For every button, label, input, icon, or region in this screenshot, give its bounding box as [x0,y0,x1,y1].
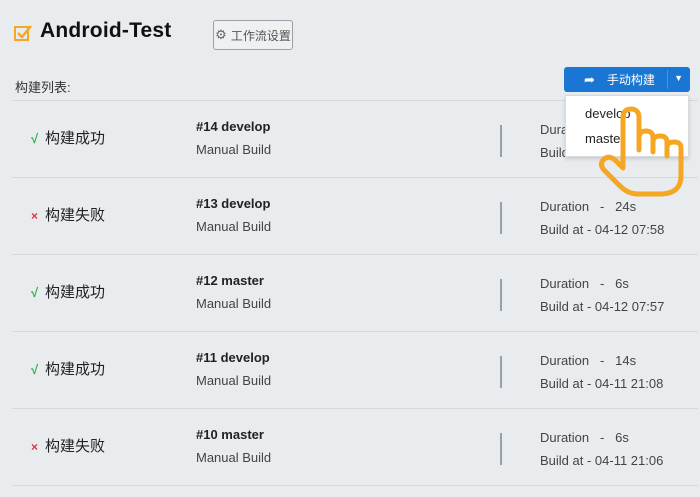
page-title: Android-Test [40,19,172,42]
divider [500,279,502,311]
status-text: 构建成功 [45,284,106,301]
build-status: √ 构建成功 [31,281,105,302]
build-type: Manual Build [196,296,272,311]
build-row[interactable]: √ 构建成功 #12 master Manual Build Duration -… [12,254,698,331]
build-time: Build at - 04-11 21:08 [540,376,664,391]
status-text: 构建成功 [45,361,106,378]
divider [500,125,502,157]
build-status: √ 构建成功 [31,358,105,379]
build-type: Manual Build [196,142,272,157]
build-number: #10 master [196,427,264,442]
build-type: Manual Build [196,450,272,465]
build-status: × 构建失败 [31,435,105,456]
check-icon: √ [31,131,39,146]
build-number: #12 master [196,273,264,288]
build-number: #14 develop [196,119,271,134]
build-duration: Duration - 6s [540,430,629,445]
build-row[interactable]: √ 构建成功 #11 develop Manual Build Duration … [12,331,698,408]
build-time: Build at - 04-12 07:58 [540,222,665,237]
hand-pointer-icon [599,106,684,197]
build-duration: Duration - 14s [540,353,637,368]
checkbox-icon [14,25,32,41]
cross-icon: × [31,209,39,223]
status-text: 构建失败 [45,207,106,224]
build-number: #11 develop [196,350,270,365]
divider [500,433,502,465]
build-time: Build at - 04-12 07:57 [540,299,665,314]
status-text: 构建失败 [45,438,106,455]
divider [500,356,502,388]
manual-build-label: 手动构建 [606,73,655,87]
workflow-settings-label: 工作流设置 [230,28,291,43]
caret-down-icon[interactable]: ▼ [674,73,683,83]
build-type: Manual Build [196,219,272,234]
gear-icon: ⚙ [215,27,227,42]
check-icon: √ [31,362,39,377]
check-icon: √ [31,285,39,300]
build-row[interactable]: × 构建失败 #10 master Manual Build Duration -… [12,408,698,486]
build-duration: Duration - 6s [540,276,629,291]
build-time: Build at - 04-11 21:06 [540,453,664,468]
build-list-label: 构建列表: [15,80,71,95]
manual-build-button[interactable]: ➦ 手动构建 ▼ [564,67,690,92]
share-arrow-icon: ➦ [584,71,595,87]
build-duration: Duration - 24s [540,199,637,214]
build-type: Manual Build [196,373,272,388]
divider [500,202,502,234]
build-status: × 构建失败 [31,204,105,225]
workflow-settings-button[interactable]: ⚙ 工作流设置 [213,20,293,50]
button-separator [667,70,668,89]
cross-icon: × [31,440,39,454]
build-number: #13 develop [196,196,271,211]
build-status: √ 构建成功 [31,127,105,148]
status-text: 构建成功 [45,130,106,147]
